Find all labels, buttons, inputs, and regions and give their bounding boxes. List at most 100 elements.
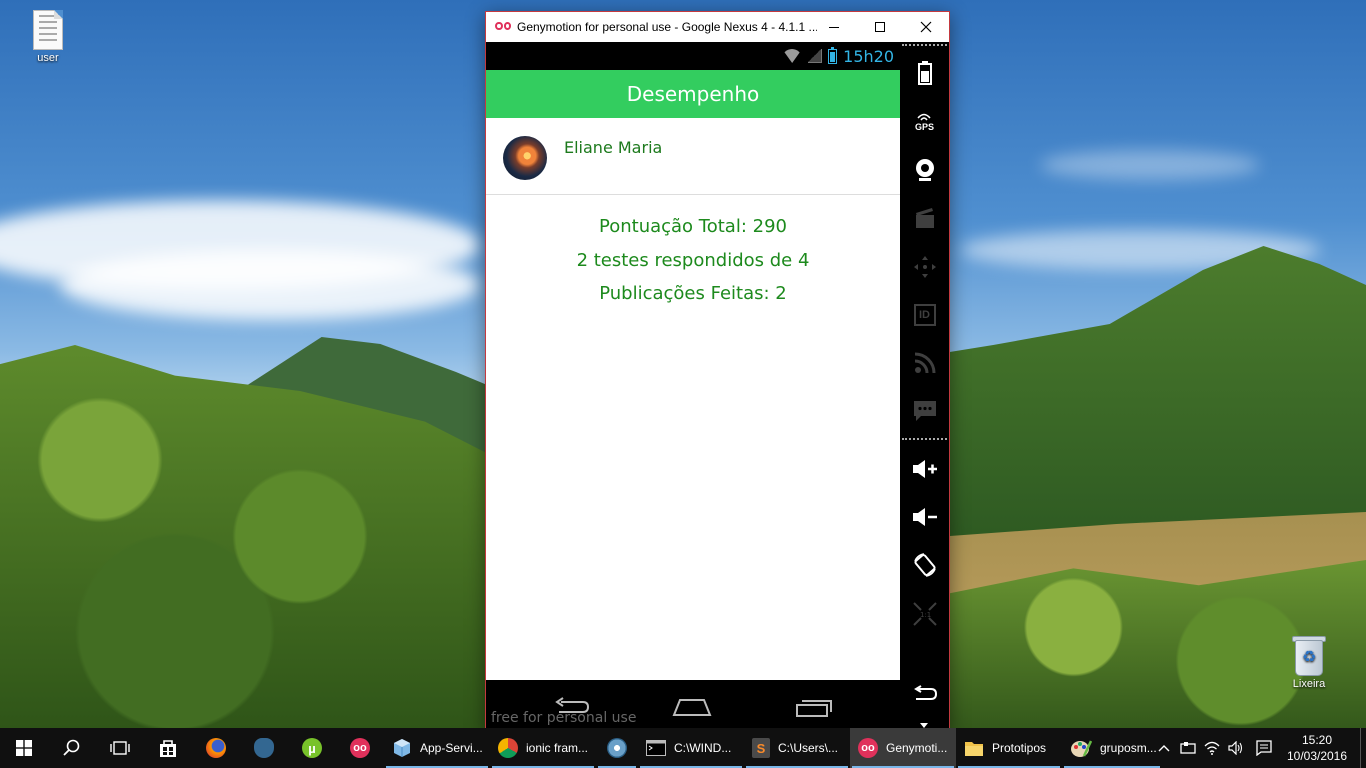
tray-notifications-button[interactable] <box>1248 728 1280 768</box>
taskbar-task-paint[interactable]: gruposm... <box>1062 728 1162 768</box>
close-button[interactable] <box>903 12 949 42</box>
tray-device-button[interactable] <box>1176 728 1200 768</box>
taskbar-task-cmd[interactable]: C:\WIND... <box>638 728 744 768</box>
cloud <box>60 250 480 320</box>
taskbar-clock[interactable]: 15:20 10/03/2016 <box>1280 732 1354 764</box>
task-label: ionic fram... <box>526 741 589 755</box>
firefox-button[interactable] <box>192 728 240 768</box>
recents-icon <box>796 700 832 717</box>
genymotion-window: Genymotion for personal use - Google Nex… <box>485 11 950 732</box>
network-globe-icon <box>607 738 627 758</box>
taskbar-network-app-button[interactable] <box>596 728 638 768</box>
windows-taskbar: µ oo App-Servi... ionic fram... C:\WIND.… <box>0 728 1366 768</box>
network-tool-button[interactable] <box>900 343 949 383</box>
sublime-icon: S <box>752 738 770 758</box>
window-titlebar[interactable]: Genymotion for personal use - Google Nex… <box>486 12 949 42</box>
folder-icon <box>965 742 983 756</box>
app-header: Desempenho <box>486 70 900 118</box>
user-item[interactable]: Eliane Maria <box>486 118 900 195</box>
task-label: C:\WIND... <box>674 741 732 755</box>
android-screen: 15h20 Desempenho Eliane Maria Pontuação … <box>486 42 900 732</box>
search-button[interactable] <box>48 728 96 768</box>
tray-expand-button[interactable] <box>1152 728 1176 768</box>
pixel-perfect-button[interactable]: 1:1 <box>900 594 949 634</box>
utorrent-icon: µ <box>302 738 322 758</box>
file-icon <box>33 10 63 50</box>
desktop-icon-recycle-bin[interactable]: ♻ Lixeira <box>1274 634 1344 690</box>
windows-logo-icon <box>16 740 32 756</box>
search-icon <box>63 739 80 756</box>
store-button[interactable] <box>144 728 192 768</box>
volume-down-icon <box>912 508 937 526</box>
personal-use-watermark: free for personal use <box>491 710 637 726</box>
user-name: Eliane Maria <box>564 138 663 157</box>
show-desktop-button[interactable] <box>1360 728 1366 768</box>
gps-icon: GPS <box>915 112 934 132</box>
video-tool-button[interactable] <box>900 198 949 238</box>
camera-tool-button[interactable] <box>900 150 949 190</box>
taskbar-task-app-servi[interactable]: App-Servi... <box>384 728 490 768</box>
chevron-up-icon <box>1158 745 1170 752</box>
task-label: Genymoti... <box>886 741 948 755</box>
dpad-icon <box>913 256 936 278</box>
genymotion-icon: oo <box>858 738 878 758</box>
volume-down-button[interactable] <box>900 497 949 537</box>
webcam-icon <box>915 159 934 181</box>
utorrent-button[interactable]: µ <box>288 728 336 768</box>
performance-stats: Pontuação Total: 290 2 testes respondido… <box>486 195 900 316</box>
cmd-icon <box>646 740 666 756</box>
pgadmin-button[interactable] <box>240 728 288 768</box>
sms-icon <box>913 401 936 421</box>
battery-tool-button[interactable] <box>900 53 949 93</box>
taskbar-task-sublime[interactable]: S C:\Users\... <box>744 728 850 768</box>
dpad-tool-button[interactable] <box>900 247 949 287</box>
desktop-icon-label: user <box>37 52 59 64</box>
stat-total-score: Pontuação Total: 290 <box>599 216 787 237</box>
battery-charging-icon <box>828 46 838 64</box>
taskbar-task-chrome[interactable]: ionic fram... <box>490 728 596 768</box>
minimize-icon <box>829 26 839 28</box>
sms-tool-button[interactable] <box>900 391 949 431</box>
taskbar-task-prototipos[interactable]: Prototipos <box>956 728 1062 768</box>
tray-wifi-button[interactable] <box>1200 728 1224 768</box>
minimize-button[interactable] <box>811 12 857 42</box>
android-status-bar: 15h20 <box>486 42 900 70</box>
firefox-icon <box>206 738 226 758</box>
close-icon <box>920 21 932 33</box>
wifi-icon <box>1204 741 1220 755</box>
system-tray: 15:20 10/03/2016 <box>1152 728 1366 768</box>
maximize-button[interactable] <box>857 12 903 42</box>
nav-home-button[interactable] <box>672 694 712 720</box>
task-label: C:\Users\... <box>778 741 839 755</box>
desktop-icon-user[interactable]: user <box>13 10 83 64</box>
svg-text:1:1: 1:1 <box>920 611 931 619</box>
volume-up-button[interactable] <box>900 449 949 489</box>
genymotion-logo-icon <box>495 22 511 32</box>
tray-volume-button[interactable] <box>1224 728 1248 768</box>
android-nav-bar: free for personal use <box>486 680 900 732</box>
wifi-icon <box>782 49 802 63</box>
home-icon <box>672 699 712 716</box>
rotate-icon <box>913 553 936 577</box>
battery-icon <box>917 61 932 85</box>
signal-icon <box>808 49 823 63</box>
stat-tests-answered: 2 testes respondidos de 4 <box>576 249 810 271</box>
clock-time: 15:20 <box>1301 733 1333 747</box>
action-center-icon <box>1256 740 1272 756</box>
task-view-icon <box>110 741 130 755</box>
rotate-button[interactable] <box>900 545 949 585</box>
device-id-tool-button[interactable]: ID <box>900 295 949 335</box>
back-button[interactable] <box>900 674 949 714</box>
avatar <box>503 136 547 180</box>
nav-recents-button[interactable] <box>794 694 834 720</box>
task-view-button[interactable] <box>96 728 144 768</box>
start-button[interactable] <box>0 728 48 768</box>
task-label: gruposm... <box>1100 741 1157 755</box>
paint-icon <box>1071 740 1092 757</box>
genymotion-launcher-button[interactable]: oo <box>336 728 384 768</box>
store-icon <box>160 740 176 757</box>
chrome-icon <box>498 738 518 758</box>
taskbar-task-genymotion[interactable]: oo Genymoti... <box>850 728 956 768</box>
gps-label: GPS <box>914 122 934 132</box>
gps-tool-button[interactable]: GPS <box>900 102 949 142</box>
